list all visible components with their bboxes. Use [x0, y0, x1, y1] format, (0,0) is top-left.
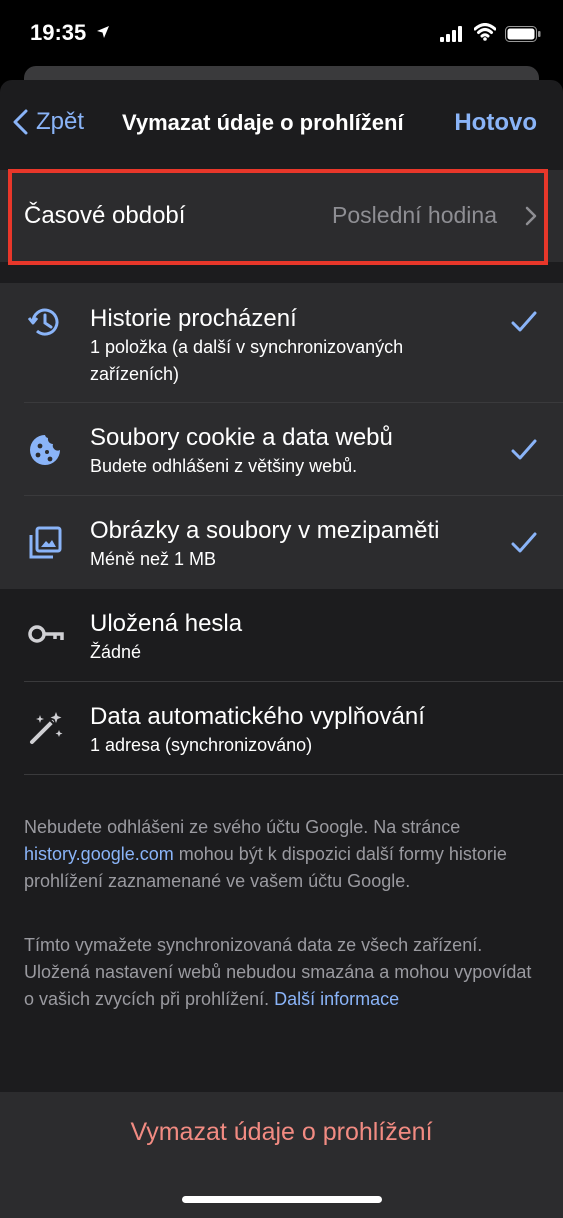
- list-item-saved-passwords[interactable]: Uložená hesla Žádné: [0, 589, 563, 682]
- status-bar: 19:35: [0, 0, 563, 66]
- chevron-left-icon: [13, 109, 28, 135]
- info-text: Nebudete odhlášeni ze svého účtu Google.…: [24, 817, 461, 837]
- key-icon: [28, 625, 64, 643]
- clear-browsing-data-sheet: Zpět Vymazat údaje o prohlížení Hotovo Č…: [0, 80, 563, 1218]
- info-paragraph-2: Tímto vymažete synchronizovaná data ze v…: [24, 932, 544, 1013]
- item-subtitle: 1 adresa (synchronizováno): [90, 735, 313, 755]
- history-link[interactable]: history.google.com: [24, 844, 174, 864]
- back-button[interactable]: Zpět: [12, 108, 84, 136]
- magic-wand-icon: [30, 712, 63, 744]
- item-subtitle: Žádné: [90, 642, 142, 662]
- wifi-icon: [474, 23, 496, 41]
- status-time: 19:35: [30, 20, 87, 45]
- page-title: Vymazat údaje o prohlížení: [122, 110, 404, 135]
- divider: [24, 774, 563, 775]
- history-icon: [28, 308, 59, 336]
- data-types-list: Historie procházení 1 položka (a další v…: [0, 283, 563, 775]
- cookie-icon: [30, 435, 60, 465]
- clear-browsing-data-button[interactable]: Vymazat údaje o prohlížení: [0, 1118, 563, 1147]
- list-item-cookies[interactable]: Soubory cookie a data webů Budete odhláš…: [0, 403, 563, 496]
- list-item-cached-images[interactable]: Obrázky a soubory v mezipaměti Méně než …: [0, 496, 563, 589]
- more-info-link[interactable]: Další informace: [274, 989, 399, 1009]
- item-title: Soubory cookie a data webů: [90, 424, 393, 451]
- item-title: Obrázky a soubory v mezipaměti: [90, 517, 440, 544]
- list-item-autofill[interactable]: Data automatického vyplňování 1 adresa (…: [0, 682, 563, 775]
- images-icon: [29, 526, 62, 559]
- list-item-history[interactable]: Historie procházení 1 položka (a další v…: [0, 283, 563, 403]
- item-title: Uložená hesla: [90, 610, 243, 637]
- home-indicator: [182, 1196, 382, 1203]
- done-button[interactable]: Hotovo: [454, 109, 537, 137]
- cellular-signal-icon: [440, 26, 462, 42]
- item-subtitle: 1 položka (a další v synchronizovaných z…: [90, 337, 404, 384]
- checkmark-icon: [511, 532, 537, 553]
- item-title: Historie procházení: [90, 305, 297, 332]
- item-subtitle: Méně než 1 MB: [90, 549, 217, 569]
- info-paragraph-1: Nebudete odhlášeni ze svého účtu Google.…: [24, 814, 544, 895]
- item-subtitle: Budete odhlášeni z většiny webů.: [90, 456, 358, 476]
- item-title: Data automatického vyplňování: [90, 703, 425, 730]
- checkmark-icon: [511, 311, 537, 332]
- back-label: Zpět: [36, 108, 85, 135]
- location-arrow-icon: [97, 26, 109, 38]
- highlight-box: [8, 169, 548, 265]
- navigation-bar: Zpět Vymazat údaje o prohlížení Hotovo: [0, 80, 563, 166]
- checkmark-icon: [511, 439, 537, 460]
- battery-icon: [505, 26, 541, 42]
